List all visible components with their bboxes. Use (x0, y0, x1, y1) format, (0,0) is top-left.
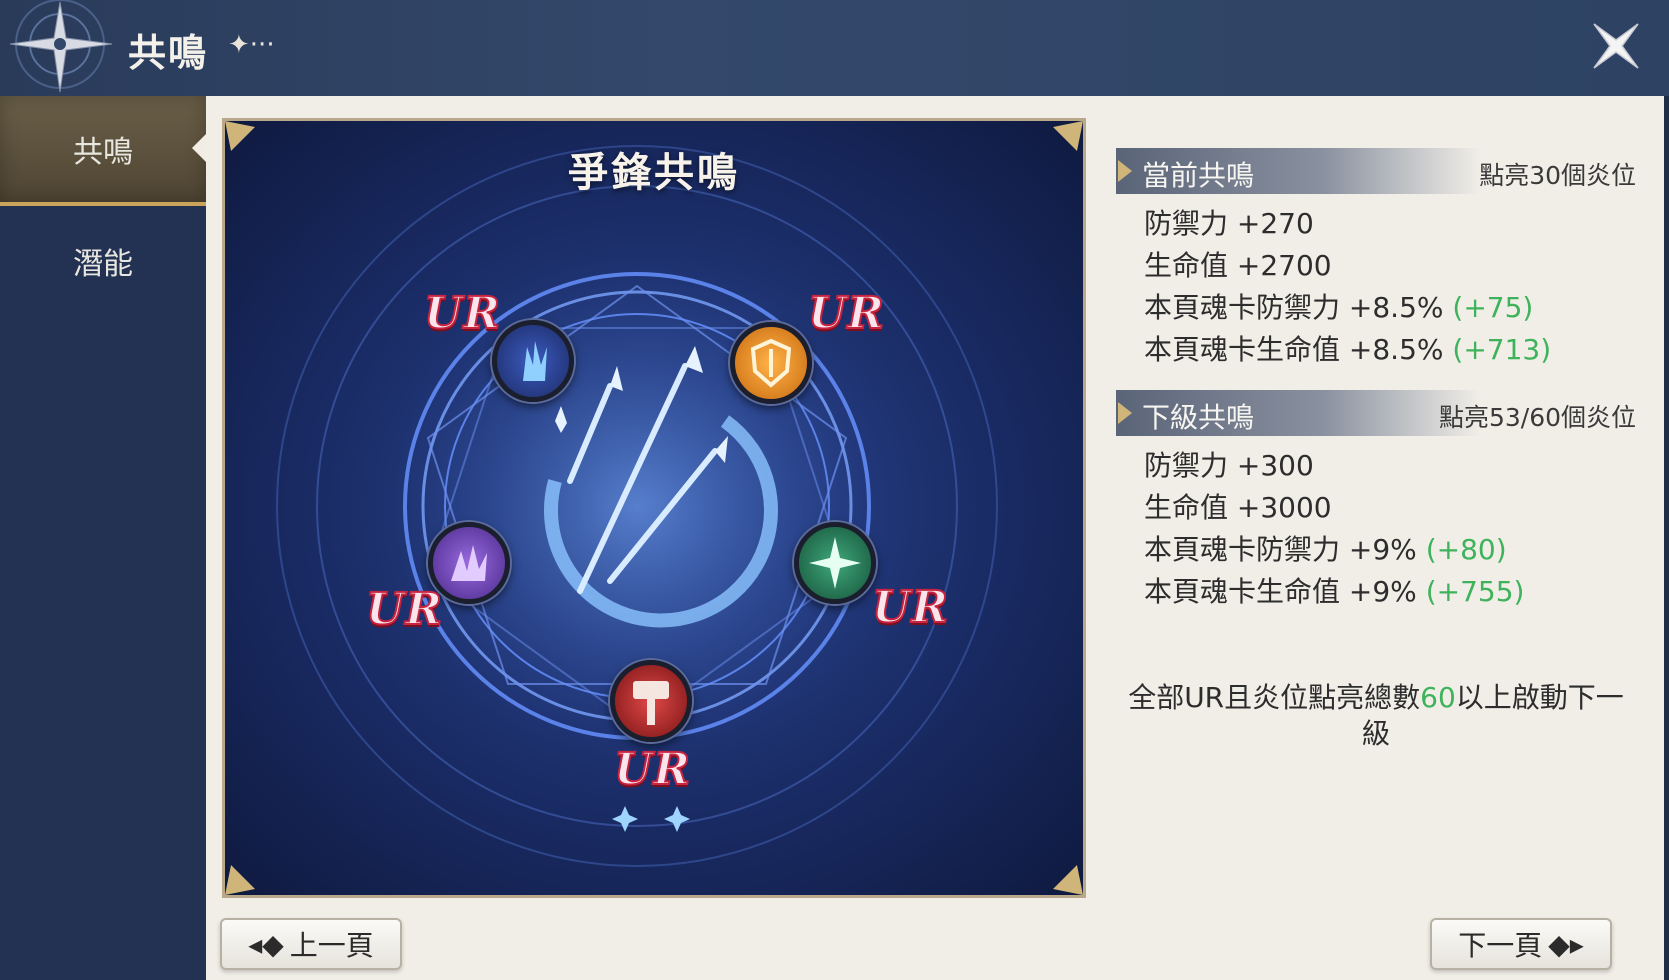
next-page-label: 下一頁 (1458, 929, 1543, 962)
current-resonance-header: 當前共鳴 點亮30個炎位 (1116, 148, 1636, 194)
stat-line: 本頁魂卡防禦力 +9% (+80) (1144, 533, 1507, 566)
sidebar: 共鳴 潛能 (0, 96, 206, 980)
title-ornament: ✦··· (228, 30, 275, 60)
socket-blue[interactable] (492, 320, 574, 402)
stat-line: 本頁魂卡生命值 +8.5% (+713) (1144, 333, 1552, 366)
active-notch (192, 134, 206, 162)
compass-emblem-icon (9, 0, 113, 93)
ur-label: UR (871, 581, 949, 634)
next-resonance-note: 點亮53/60個炎位 (1438, 403, 1636, 432)
socket-orange[interactable] (730, 322, 812, 404)
stat-line: 本頁魂卡防禦力 +8.5% (+75) (1144, 291, 1534, 324)
tab-label: 潛能 (73, 247, 133, 282)
resonance-title: 爭鋒共鳴 (568, 150, 740, 196)
tab-label: 共鳴 (73, 135, 133, 170)
resonance-screen: 共鳴 ✦··· 共鳴 潛能 爭鋒共鳴 UR UR UR UR UR 當前共鳴 點… (0, 0, 1669, 980)
current-resonance-note: 點亮30個炎位 (1479, 161, 1636, 190)
next-resonance-title: 下級共鳴 (1142, 401, 1255, 434)
header-marker-icon (1118, 160, 1132, 182)
prev-page-button[interactable]: ◂◆ 上一頁 (220, 918, 402, 970)
orange-shield-icon (750, 338, 792, 388)
ur-label: UR (365, 583, 443, 636)
socket-red[interactable] (610, 660, 692, 742)
ur-label: UR (423, 287, 501, 340)
socket-green[interactable] (794, 522, 876, 604)
red-hammer-icon (633, 681, 669, 725)
tab-resonance[interactable]: 共鳴 (0, 96, 206, 206)
stat-line: 防禦力 +270 (1144, 207, 1314, 240)
green-star-icon (809, 537, 861, 589)
next-resonance-header: 下級共鳴 點亮53/60個炎位 (1116, 390, 1636, 436)
page-title: 共鳴 (128, 31, 209, 75)
ur-label: UR (613, 743, 691, 796)
ur-label: UR (807, 287, 885, 340)
tab-potential[interactable]: 潛能 (0, 206, 206, 316)
next-page-button[interactable]: 下一頁 ◆▸ (1430, 918, 1612, 970)
current-resonance-title: 當前共鳴 (1142, 159, 1255, 192)
activation-requirement: 全部UR且炎位點亮總數60以上啟動下一級 (1128, 681, 1624, 750)
arrow-left-icon: ◂◆ (248, 927, 284, 961)
stat-bonus: (+755) (1425, 575, 1525, 608)
close-icon[interactable] (1588, 18, 1644, 74)
header-marker-icon (1118, 402, 1132, 424)
purple-flame-icon (451, 545, 487, 581)
requirement-count: 60 (1420, 681, 1456, 714)
stat-bonus: (+80) (1425, 533, 1507, 566)
stat-line: 生命值 +2700 (1144, 249, 1332, 282)
arrow-right-icon: ◆▸ (1548, 927, 1584, 961)
stat-bonus: (+713) (1452, 333, 1552, 366)
blue-claw-icon (523, 341, 547, 381)
prev-page-label: 上一頁 (289, 929, 374, 962)
stat-line: 生命值 +3000 (1144, 491, 1332, 524)
stat-bonus: (+75) (1452, 291, 1534, 324)
stat-line: 本頁魂卡生命值 +9% (+755) (1144, 575, 1525, 608)
stat-line: 防禦力 +300 (1144, 449, 1314, 482)
top-bar: 共鳴 ✦··· (0, 0, 1669, 96)
